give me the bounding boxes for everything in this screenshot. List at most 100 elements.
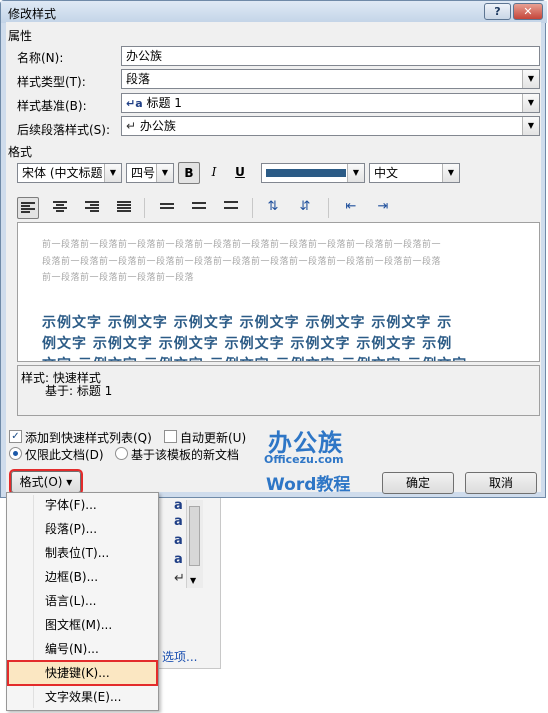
paragraph-mark-icon: a <box>174 533 183 548</box>
menu-item-paragraph[interactable]: 段落(P)... <box>9 518 156 540</box>
only-this-document-label[interactable]: 仅限此文档(D) <box>25 446 104 463</box>
font-size-select[interactable]: 四号 ▼ <box>126 163 174 183</box>
add-to-quick-styles-checkbox[interactable]: ✓ <box>9 430 22 443</box>
scrollbar-thumb[interactable] <box>189 506 200 566</box>
align-center-icon <box>53 201 67 213</box>
align-right-button[interactable] <box>81 197 103 219</box>
style-type-label: 样式类型(T): <box>17 75 86 89</box>
align-right-icon <box>85 201 99 213</box>
menu-item-tabs[interactable]: 制表位(T)... <box>9 542 156 564</box>
bold-button[interactable]: B <box>178 162 200 184</box>
menu-item-label: 编号(N)... <box>45 642 99 656</box>
close-button[interactable]: ✕ <box>513 3 543 20</box>
background-style-list: a a a a ↵ ▼ <box>158 498 221 669</box>
add-to-quick-styles-label[interactable]: 添加到快速样式列表(Q) <box>25 429 152 446</box>
ok-button[interactable]: 确定 <box>382 472 454 494</box>
description-line: 基于: 标题 1 <box>45 384 113 398</box>
based-on-select[interactable]: ↵a 标题 1 ▼ <box>121 93 540 113</box>
menu-item-label: 段落(P)... <box>45 522 98 536</box>
font-color-select[interactable]: ▼ <box>261 163 365 183</box>
align-left-icon <box>21 202 35 214</box>
scrollbar[interactable]: ▼ <box>186 500 203 588</box>
chevron-down-icon[interactable]: ▼ <box>104 164 121 182</box>
style-type-value: 段落 <box>126 72 151 86</box>
format-menu-button[interactable]: 格式(O) ▾ <box>9 469 83 495</box>
based-on-label: 样式基准(B): <box>17 99 87 113</box>
paragraph-mark-icon: a <box>174 552 183 567</box>
menu-item-text-effects[interactable]: 文字效果(E)... <box>9 686 156 708</box>
menu-item-frame[interactable]: 图文框(M)... <box>9 614 156 636</box>
justify-button[interactable] <box>113 197 135 219</box>
menu-item-label: 边框(B)... <box>45 570 99 584</box>
officezu-logo-url: Officezu.com <box>264 453 344 466</box>
single-spacing-button[interactable] <box>156 197 178 219</box>
space-before-icon: ⇅ <box>267 199 279 214</box>
chevron-down-icon[interactable]: ▼ <box>190 576 196 585</box>
only-this-document-radio[interactable] <box>9 447 22 460</box>
space-before-increase-button[interactable]: ⇅ <box>262 197 284 219</box>
menu-item-label: 快捷键(K)... <box>45 666 110 680</box>
justify-icon <box>117 201 131 213</box>
menu-item-shortcut-key[interactable]: 快捷键(K)... <box>7 660 158 686</box>
style-preview: 前一段落前一段落前一段落前一段落前一段落前一段落前一段落前一段落前一段落前一段落… <box>17 222 540 362</box>
menu-item-font[interactable]: 字体(F)... <box>9 494 156 516</box>
font-size-value: 四号 <box>131 166 156 180</box>
return-icon: ↵ <box>174 571 185 586</box>
officezu-logo-subtitle: Word教程 <box>266 475 351 495</box>
paragraph-mark-icon: a <box>174 514 183 529</box>
format-dropdown-menu: 字体(F)... 段落(P)... 制表位(T)... 边框(B)... 语言(L)..… <box>6 492 159 711</box>
align-left-button[interactable] <box>17 197 39 219</box>
space-after-icon: ⇵ <box>299 199 311 214</box>
new-documents-template-label[interactable]: 基于该模板的新文档 <box>131 446 239 463</box>
options-link[interactable]: 选项... <box>162 648 197 665</box>
increase-indent-button[interactable]: ⇥ <box>372 197 394 219</box>
menu-item-border[interactable]: 边框(B)... <box>9 566 156 588</box>
font-select[interactable]: 宋体 (中文标题 ▼ <box>17 163 122 183</box>
one-half-spacing-button[interactable] <box>188 197 210 219</box>
underline-button[interactable]: U <box>229 162 251 184</box>
name-value: 办公族 <box>126 49 163 63</box>
name-input[interactable]: 办公族 <box>121 46 540 66</box>
chevron-down-icon[interactable]: ▼ <box>522 70 539 88</box>
toolbar-divider <box>328 198 329 218</box>
auto-update-label[interactable]: 自动更新(U) <box>180 429 246 446</box>
format-section-label: 格式 <box>8 145 33 159</box>
style-type-select[interactable]: 段落 ▼ <box>121 69 540 89</box>
language-value: 中文 <box>374 166 399 180</box>
cancel-button[interactable]: 取消 <box>465 472 537 494</box>
title-bar[interactable]: 修改样式 ? ✕ <box>1 1 547 23</box>
chevron-down-icon[interactable]: ▼ <box>156 164 173 182</box>
window-title: 修改样式 <box>8 7 57 21</box>
menu-item-label: 语言(L)... <box>45 594 97 608</box>
preview-sample-text: 示例文字 示例文字 示例文字 示例文字 示例文字 示例文字 示 <box>42 315 453 331</box>
help-button[interactable]: ? <box>484 3 511 20</box>
toolbar-divider <box>144 198 145 218</box>
next-style-select[interactable]: ↵ 办公族 ▼ <box>121 116 540 136</box>
paragraph-mark-icon: a <box>174 498 183 513</box>
preview-previous-paragraph: 前一段落前一段落前一段落前一段落前一段落前一段落前一段落前一段落前一段落前一段落… <box>42 240 442 250</box>
indent-icon: ⇥ <box>377 199 389 214</box>
line-spacing-icon <box>224 201 238 213</box>
menu-item-language[interactable]: 语言(L)... <box>9 590 156 612</box>
language-select[interactable]: 中文 ▼ <box>369 163 460 183</box>
italic-button[interactable]: I <box>203 162 225 184</box>
align-center-button[interactable] <box>49 197 71 219</box>
decrease-indent-button[interactable]: ⇤ <box>340 197 362 219</box>
line-spacing-icon <box>160 203 174 215</box>
chevron-down-icon[interactable]: ▼ <box>347 164 364 182</box>
menu-item-label: 字体(F)... <box>45 498 97 512</box>
menu-item-label: 文字效果(E)... <box>45 690 122 704</box>
menu-item-numbering[interactable]: 编号(N)... <box>9 638 156 660</box>
chevron-down-icon[interactable]: ▼ <box>522 117 539 135</box>
space-before-decrease-button[interactable]: ⇵ <box>294 197 316 219</box>
font-value: 宋体 (中文标题 <box>22 166 103 180</box>
font-color-swatch <box>266 169 346 177</box>
chevron-down-icon[interactable]: ▼ <box>522 94 539 112</box>
auto-update-checkbox[interactable] <box>164 430 177 443</box>
outdent-icon: ⇤ <box>345 199 357 214</box>
new-documents-template-radio[interactable] <box>115 447 128 460</box>
double-spacing-button[interactable] <box>220 197 242 219</box>
properties-section-label: 属性 <box>8 29 33 43</box>
chevron-down-icon[interactable]: ▼ <box>442 164 459 182</box>
name-label: 名称(N): <box>17 51 64 65</box>
